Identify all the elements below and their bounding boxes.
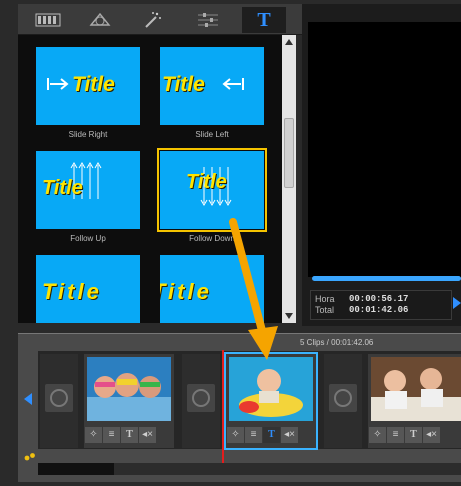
title-button[interactable]: T [121,427,138,443]
title-text: Title [72,73,115,96]
effect-tile[interactable]: Title [36,255,140,323]
effects-button[interactable]: ✧ [85,427,102,443]
adjust-button[interactable]: ≡ [245,427,262,443]
mute-button[interactable]: ◂× [139,427,156,443]
effect-label: Follow Up [70,234,106,243]
effect-tile-follow-up[interactable]: Title [36,151,140,229]
magic-wand-icon [145,12,161,28]
clip-thumbnail [371,357,461,421]
time-readout: Hora 00:00:56.17 Total 00:01:42.06 [310,290,452,320]
timeline-clip-selected[interactable]: ✧ ≡ T ◂× [224,352,318,450]
audio-icon[interactable] [24,452,36,462]
hora-label: Hora [315,294,335,304]
arrow-left-icon [222,78,244,90]
timeline-left-arrow-icon[interactable] [24,393,32,405]
tab-adjust[interactable] [186,7,230,33]
title-text: Title [186,171,227,193]
transition-icon [334,389,352,407]
timeline-clip[interactable]: ✧ ≡ T ◂× [368,354,461,448]
transition-slot[interactable] [182,354,220,448]
scroll-up-icon[interactable] [285,39,293,45]
hora-value: 00:00:56.17 [349,294,409,304]
title-button[interactable]: T [405,427,422,443]
effects-button[interactable]: ✧ [369,427,386,443]
tab-titles[interactable]: T [242,7,286,33]
timeline-scroll-thumb[interactable] [38,463,114,475]
transition-icon [50,389,68,407]
title-text: Title [42,177,83,199]
tab-effects[interactable] [130,7,174,33]
filmstrip-icon [35,13,61,27]
transition-slot[interactable] [40,354,78,448]
clips-summary: 5 Clips / 00:01:42.06 [300,338,374,347]
sliders-icon [198,13,218,27]
effect-label: Slide Left [195,130,229,139]
arrow-right-icon [47,78,69,90]
scroll-down-icon[interactable] [285,313,293,319]
preview-seek-bar[interactable] [312,276,461,281]
mute-button[interactable]: ◂× [281,427,298,443]
play-icon[interactable] [452,296,461,310]
clip-thumbnail [87,357,171,421]
gallery-scroll-thumb[interactable] [284,118,294,188]
mute-button[interactable]: ◂× [423,427,440,443]
effects-toolbar: T [18,4,302,35]
effect-tile-slide-right[interactable]: Title [36,47,140,125]
effects-button[interactable]: ✧ [227,427,244,443]
adjust-button[interactable]: ≡ [387,427,404,443]
annotation-arrow [229,218,278,360]
transition-icon [89,12,111,26]
title-button-active[interactable]: T [263,427,280,443]
timeline-clip[interactable]: ✧ ≡ T ◂× [84,354,174,448]
title-text: Title [162,73,205,96]
transition-slot[interactable] [324,354,362,448]
transition-icon [192,389,210,407]
tab-transitions[interactable] [78,7,122,33]
title-text: Title [42,279,102,304]
total-value: 00:01:42.06 [349,305,409,315]
adjust-button[interactable]: ≡ [103,427,120,443]
effect-tile-slide-left[interactable]: Title [160,47,264,125]
total-label: Total [315,305,335,315]
tab-video-effects[interactable] [26,7,70,33]
title-text: Title [160,279,212,304]
title-T-icon: T [257,8,271,31]
effect-label: Slide Right [68,130,108,139]
video-preview [308,22,461,277]
